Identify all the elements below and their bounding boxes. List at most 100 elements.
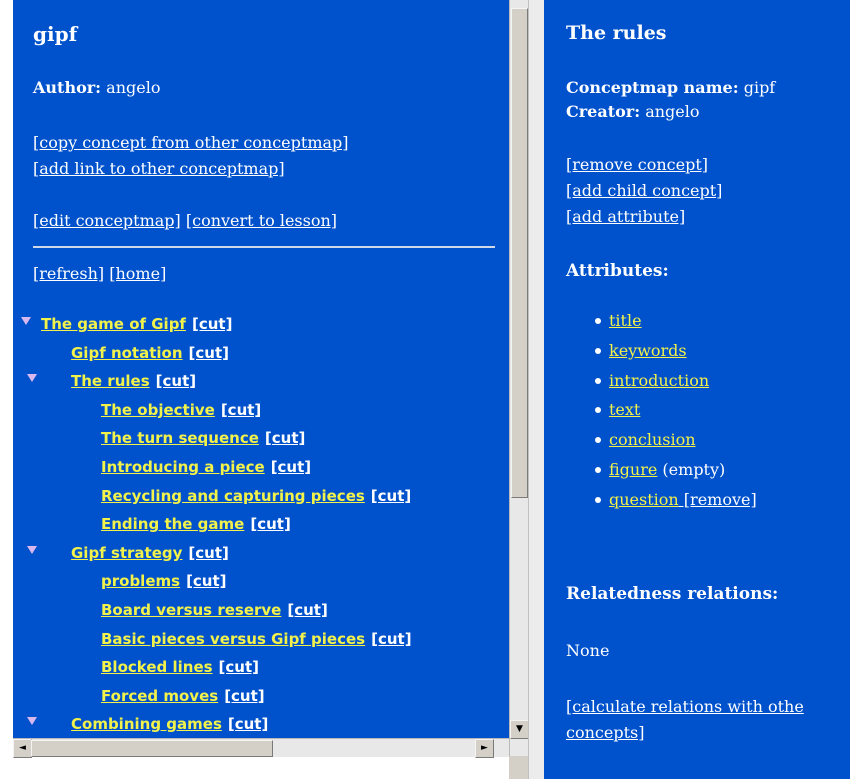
add-attribute-link[interactable]: [add attribute] xyxy=(566,207,685,226)
tree-row: Recycling and capturing pieces [cut] xyxy=(17,482,509,511)
horizontal-scrollbar[interactable]: ◄ ► xyxy=(13,738,509,758)
cut-link[interactable]: [cut] xyxy=(265,429,305,447)
tree-concept-link[interactable]: Forced moves xyxy=(101,687,218,705)
tree-concept-link[interactable]: Board versus reserve xyxy=(101,601,281,619)
scrollbar-corner xyxy=(509,756,528,779)
calculate-relations: [calculate relations with othe concepts] xyxy=(566,694,850,746)
cut-link[interactable]: [cut] xyxy=(219,658,259,676)
tree-concept-link[interactable]: Combining games xyxy=(71,715,222,733)
cut-link[interactable]: [cut] xyxy=(228,715,268,733)
creator-label: Creator: xyxy=(566,102,641,121)
tree-concept-link[interactable]: Basic pieces versus Gipf pieces xyxy=(101,630,365,648)
edit-conceptmap-link[interactable]: [edit conceptmap] xyxy=(33,211,181,230)
attribute-link[interactable]: question xyxy=(609,490,679,509)
tree-concept-link[interactable]: Recycling and capturing pieces xyxy=(101,487,365,505)
tree-concept-link[interactable]: problems xyxy=(101,572,180,590)
copy-concept-link[interactable]: [copy concept from other conceptmap] xyxy=(33,133,349,152)
frame-divider[interactable] xyxy=(528,0,545,779)
attribute-link[interactable]: figure xyxy=(609,460,657,479)
tree-row: Forced moves [cut] xyxy=(17,682,509,711)
nav-links: [refresh] [home] xyxy=(33,264,509,284)
cut-link[interactable]: [cut] xyxy=(287,601,327,619)
vertical-scrollbar[interactable]: ▼ xyxy=(509,0,529,756)
cut-link[interactable]: [cut] xyxy=(221,401,261,419)
scroll-left-button[interactable]: ◄ xyxy=(13,739,32,758)
vertical-scroll-thumb[interactable] xyxy=(511,8,528,498)
scroll-right-button[interactable]: ► xyxy=(475,739,494,758)
tree-concept-link[interactable]: Ending the game xyxy=(101,515,244,533)
calculate-relations-line2: concepts] xyxy=(566,722,645,742)
expanded-triangle-icon[interactable] xyxy=(27,717,37,726)
map-name-value: gipf xyxy=(743,78,776,97)
attribute-link[interactable]: conclusion xyxy=(609,430,696,449)
remove-concept-link[interactable]: [remove concept] xyxy=(566,155,708,174)
cut-link[interactable]: [cut] xyxy=(188,544,228,562)
tree-concept-link[interactable]: Blocked lines xyxy=(101,658,213,676)
tree-row: problems [cut] xyxy=(17,567,509,596)
tree-row: Ending the game [cut] xyxy=(17,510,509,539)
cut-link[interactable]: [cut] xyxy=(371,487,411,505)
bullet-icon xyxy=(595,437,601,444)
horizontal-scroll-thumb[interactable] xyxy=(31,740,273,757)
home-link[interactable]: [home] xyxy=(109,264,166,283)
tree-concept-link[interactable]: Introducing a piece xyxy=(101,458,265,476)
cut-link[interactable]: [cut] xyxy=(156,372,196,390)
bullet-icon xyxy=(595,377,601,384)
tree-row: Introducing a piece [cut] xyxy=(17,453,509,482)
tree-concept-link[interactable]: Gipf notation xyxy=(71,344,183,362)
bullet-icon xyxy=(595,407,601,414)
add-child-concept-link[interactable]: [add child concept] xyxy=(566,181,722,200)
author-label: Author: xyxy=(33,78,102,97)
map-name-label: Conceptmap name: xyxy=(566,78,739,97)
remove-attribute-link[interactable]: [remove] xyxy=(679,490,757,509)
tree-row: Board versus reserve [cut] xyxy=(17,596,509,625)
expanded-triangle-icon[interactable] xyxy=(27,545,37,554)
relatedness-heading: Relatedness relations: xyxy=(566,583,779,604)
browser-frameset: gipf Author: angelo [copy concept from o… xyxy=(0,0,850,779)
conceptmap-pane: gipf Author: angelo [copy concept from o… xyxy=(13,0,509,738)
tree-row: The turn sequence [cut] xyxy=(17,424,509,453)
scroll-down-button[interactable]: ▼ xyxy=(510,720,529,739)
expanded-triangle-icon[interactable] xyxy=(21,317,31,325)
cut-link[interactable]: [cut] xyxy=(371,630,411,648)
cut-link[interactable]: [cut] xyxy=(192,315,232,333)
cut-link[interactable]: [cut] xyxy=(250,515,290,533)
tree-concept-link[interactable]: The turn sequence xyxy=(101,429,259,447)
attribute-status: (empty) xyxy=(657,459,726,479)
tree-concept-link[interactable]: The rules xyxy=(71,372,150,390)
edit-link-group: [edit conceptmap] [convert to lesson] xyxy=(33,208,509,234)
tree-row: Blocked lines [cut] xyxy=(17,653,509,682)
tree-row: The objective [cut] xyxy=(17,396,509,425)
tree-row: Basic pieces versus Gipf pieces [cut] xyxy=(17,625,509,654)
arrow-right-icon: ► xyxy=(481,743,488,753)
bullet-icon xyxy=(595,347,601,354)
arrow-down-icon: ▼ xyxy=(516,724,523,734)
refresh-link[interactable]: [refresh] xyxy=(33,264,104,283)
expanded-triangle-icon[interactable] xyxy=(27,374,37,383)
tree-row: The game of Gipf [cut] xyxy=(17,310,509,339)
convert-to-lesson-link[interactable]: [convert to lesson] xyxy=(186,211,337,230)
attribute-link[interactable]: text xyxy=(609,400,640,419)
cut-link[interactable]: [cut] xyxy=(271,458,311,476)
cut-link[interactable]: [cut] xyxy=(186,572,226,590)
calculate-relations-link[interactable]: [calculate relations with othe concepts] xyxy=(566,697,804,742)
map-link-group: [copy concept from other conceptmap] [ad… xyxy=(33,130,509,182)
attribute-item: keywords xyxy=(595,336,850,366)
attribute-link[interactable]: introduction xyxy=(609,371,709,390)
tree-concept-link[interactable]: The objective xyxy=(101,401,215,419)
add-link-link[interactable]: [add link to other conceptmap] xyxy=(33,159,285,178)
concept-actions: [remove concept] [add child concept] [ad… xyxy=(566,152,850,230)
attributes-heading: Attributes: xyxy=(566,261,669,281)
concept-detail-pane: The rules Conceptmap name: gipf Creator:… xyxy=(544,0,850,779)
cut-link[interactable]: [cut] xyxy=(224,687,264,705)
creator-value: angelo xyxy=(645,102,700,121)
bullet-icon xyxy=(595,318,601,324)
tree-concept-link[interactable]: The game of Gipf xyxy=(41,315,186,333)
attribute-link[interactable]: keywords xyxy=(609,341,687,360)
attribute-link[interactable]: title xyxy=(609,311,642,330)
tree-concept-link[interactable]: Gipf strategy xyxy=(71,544,182,562)
calculate-relations-line1: [calculate relations with othe xyxy=(566,696,804,716)
tree-row: The rules [cut] xyxy=(17,367,509,396)
cut-link[interactable]: [cut] xyxy=(189,344,229,362)
attribute-item: question [remove] xyxy=(595,485,850,515)
